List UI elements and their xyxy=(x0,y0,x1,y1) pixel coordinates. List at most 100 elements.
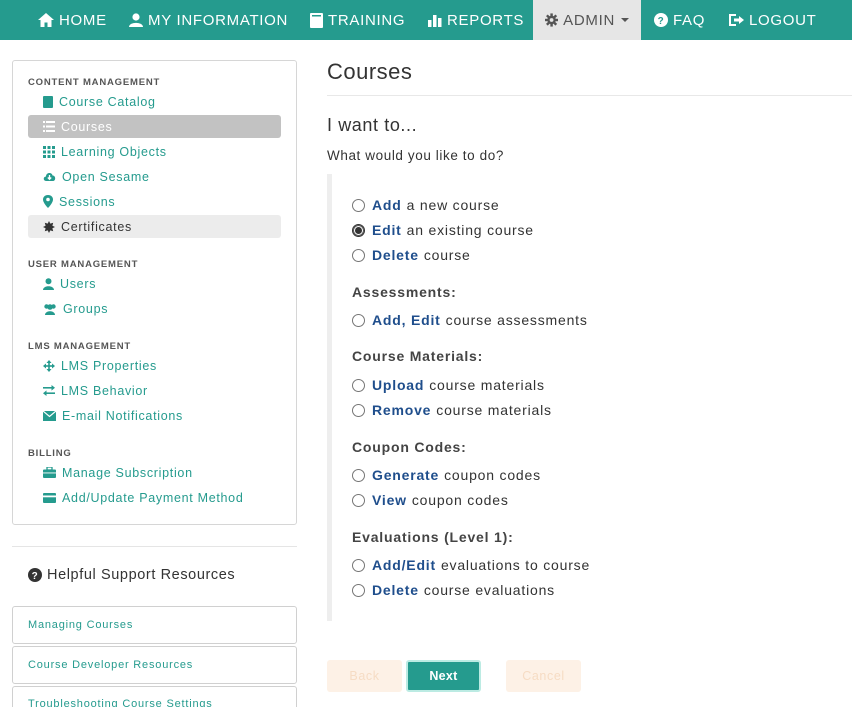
option-remove-materials[interactable]: Remove course materials xyxy=(352,400,552,420)
radio-add-course[interactable] xyxy=(352,198,365,212)
nav-admin[interactable]: ADMIN xyxy=(533,0,641,40)
option-text: course xyxy=(423,247,471,263)
nav-home-label: HOME xyxy=(59,11,107,29)
option-edit-course[interactable]: Edit an existing course xyxy=(352,220,534,240)
radio-edit-course[interactable] xyxy=(352,223,365,237)
option-text: course materials xyxy=(429,377,545,393)
sidebar-item-course-catalog[interactable]: Course Catalog xyxy=(28,90,281,113)
sidebar-item-courses[interactable]: Courses xyxy=(28,115,281,138)
option-text: course assessments xyxy=(445,312,588,328)
nav-faq[interactable]: ? FAQ xyxy=(654,0,705,40)
nav-training[interactable]: TRAINING xyxy=(310,0,405,40)
option-action: Generate xyxy=(372,467,440,483)
section-title-user-management: USER MANAGEMENT xyxy=(28,259,139,270)
resource-link-label: Troubleshooting Course Settings xyxy=(28,698,213,707)
move-arrows-icon xyxy=(43,359,55,372)
sidebar-item-certificates[interactable]: Certificates xyxy=(28,215,281,238)
option-delete-course[interactable]: Delete course xyxy=(352,245,471,265)
briefcase-icon xyxy=(43,467,56,478)
radio-view-coupons[interactable] xyxy=(352,493,365,507)
sidebar-item-label: LMS Behavior xyxy=(61,383,148,398)
option-delete-evaluations[interactable]: Delete course evaluations xyxy=(352,580,555,600)
nav-training-label: TRAINING xyxy=(328,11,406,29)
sidebar-divider xyxy=(12,546,297,547)
nav-logout-label: LOGOUT xyxy=(749,11,817,29)
book-icon xyxy=(43,95,53,108)
option-view-coupons[interactable]: View coupon codes xyxy=(352,490,509,510)
sidebar-item-lms-behavior[interactable]: LMS Behavior xyxy=(28,379,281,402)
next-button[interactable]: Next xyxy=(406,660,481,692)
book-icon xyxy=(310,12,323,28)
chevron-down-icon xyxy=(621,18,629,22)
sidebar-item-label: Manage Subscription xyxy=(62,465,193,480)
resource-link-course-developer[interactable]: Course Developer Resources xyxy=(12,646,297,684)
option-text: course evaluations xyxy=(423,582,555,598)
option-add-edit-evaluations[interactable]: Add/Edit evaluations to course xyxy=(352,555,590,575)
option-text: coupon codes xyxy=(411,492,509,508)
map-marker-icon xyxy=(43,195,53,208)
sidebar-item-users[interactable]: Users xyxy=(28,272,281,295)
sidebar-item-groups[interactable]: Groups xyxy=(28,297,281,320)
group-title-coupon-codes: Coupon Codes: xyxy=(352,439,467,455)
sidebar-item-payment-method[interactable]: Add/Update Payment Method xyxy=(28,486,281,509)
sidebar-item-label: Courses xyxy=(61,119,113,134)
cancel-button[interactable]: Cancel xyxy=(506,660,581,692)
sidebar-item-email-notifications[interactable]: E-mail Notifications xyxy=(28,404,281,427)
nav-my-information-label: MY INFORMATION xyxy=(148,11,289,29)
back-button[interactable]: Back xyxy=(327,660,402,692)
wizard-question: What would you like to do? xyxy=(327,148,504,163)
nav-reports[interactable]: REPORTS xyxy=(428,0,524,40)
certificate-icon xyxy=(43,220,55,233)
sidebar-item-manage-subscription[interactable]: Manage Subscription xyxy=(28,461,281,484)
credit-card-icon xyxy=(43,492,56,503)
top-navbar: HOME MY INFORMATION TRAINING REPORTS ADM… xyxy=(0,0,852,40)
option-text: an existing course xyxy=(406,222,534,238)
grid-icon xyxy=(43,145,55,158)
nav-my-information[interactable]: MY INFORMATION xyxy=(129,0,288,40)
page-title: Courses xyxy=(327,59,413,84)
option-action: Add, Edit xyxy=(372,312,441,328)
option-action: Edit xyxy=(372,222,402,238)
radio-add-edit-assessments[interactable] xyxy=(352,313,365,327)
cloud-download-icon xyxy=(43,172,56,181)
sidebar-item-label: Users xyxy=(60,276,97,291)
option-text: course materials xyxy=(436,402,552,418)
option-action: Delete xyxy=(372,247,419,263)
nav-home[interactable]: HOME xyxy=(38,0,107,40)
option-upload-materials[interactable]: Upload course materials xyxy=(352,375,545,395)
option-action: Upload xyxy=(372,377,425,393)
question-circle-icon: ? xyxy=(28,568,42,582)
sidebar-item-sessions[interactable]: Sessions xyxy=(28,190,281,213)
radio-upload-materials[interactable] xyxy=(352,378,365,392)
home-icon xyxy=(38,13,54,27)
sidebar-item-open-sesame[interactable]: Open Sesame xyxy=(28,165,281,188)
option-generate-coupons[interactable]: Generate coupon codes xyxy=(352,465,541,485)
radio-delete-evaluations[interactable] xyxy=(352,583,365,597)
resource-link-managing-courses[interactable]: Managing Courses xyxy=(12,606,297,644)
support-resources-title: Helpful Support Resources xyxy=(47,567,236,583)
option-add-edit-assessments[interactable]: Add, Edit course assessments xyxy=(352,310,588,330)
gear-icon xyxy=(545,13,559,27)
sidebar-item-label: Groups xyxy=(63,301,109,316)
radio-add-edit-evaluations[interactable] xyxy=(352,558,365,572)
option-text: evaluations to course xyxy=(440,557,591,573)
svg-text:?: ? xyxy=(32,571,39,582)
support-resources-heading: ? Helpful Support Resources xyxy=(28,567,235,583)
option-action: View xyxy=(372,492,407,508)
option-add-course[interactable]: Add a new course xyxy=(352,195,500,215)
radio-delete-course[interactable] xyxy=(352,248,365,262)
radio-generate-coupons[interactable] xyxy=(352,468,365,482)
resource-link-troubleshooting[interactable]: Troubleshooting Course Settings xyxy=(12,686,297,707)
nav-reports-label: REPORTS xyxy=(447,11,525,29)
option-text: coupon codes xyxy=(444,467,541,483)
sidebar-item-learning-objects[interactable]: Learning Objects xyxy=(28,140,281,163)
option-action: Remove xyxy=(372,402,432,418)
resource-link-label: Course Developer Resources xyxy=(28,659,194,671)
sidebar-item-lms-properties[interactable]: LMS Properties xyxy=(28,354,281,377)
list-icon xyxy=(43,121,55,132)
radio-remove-materials[interactable] xyxy=(352,403,365,417)
nav-logout[interactable]: LOGOUT xyxy=(728,0,817,40)
section-title-lms-management: LMS MANAGEMENT xyxy=(28,341,132,352)
nav-admin-label: ADMIN xyxy=(563,11,615,29)
options-left-border xyxy=(327,174,332,621)
